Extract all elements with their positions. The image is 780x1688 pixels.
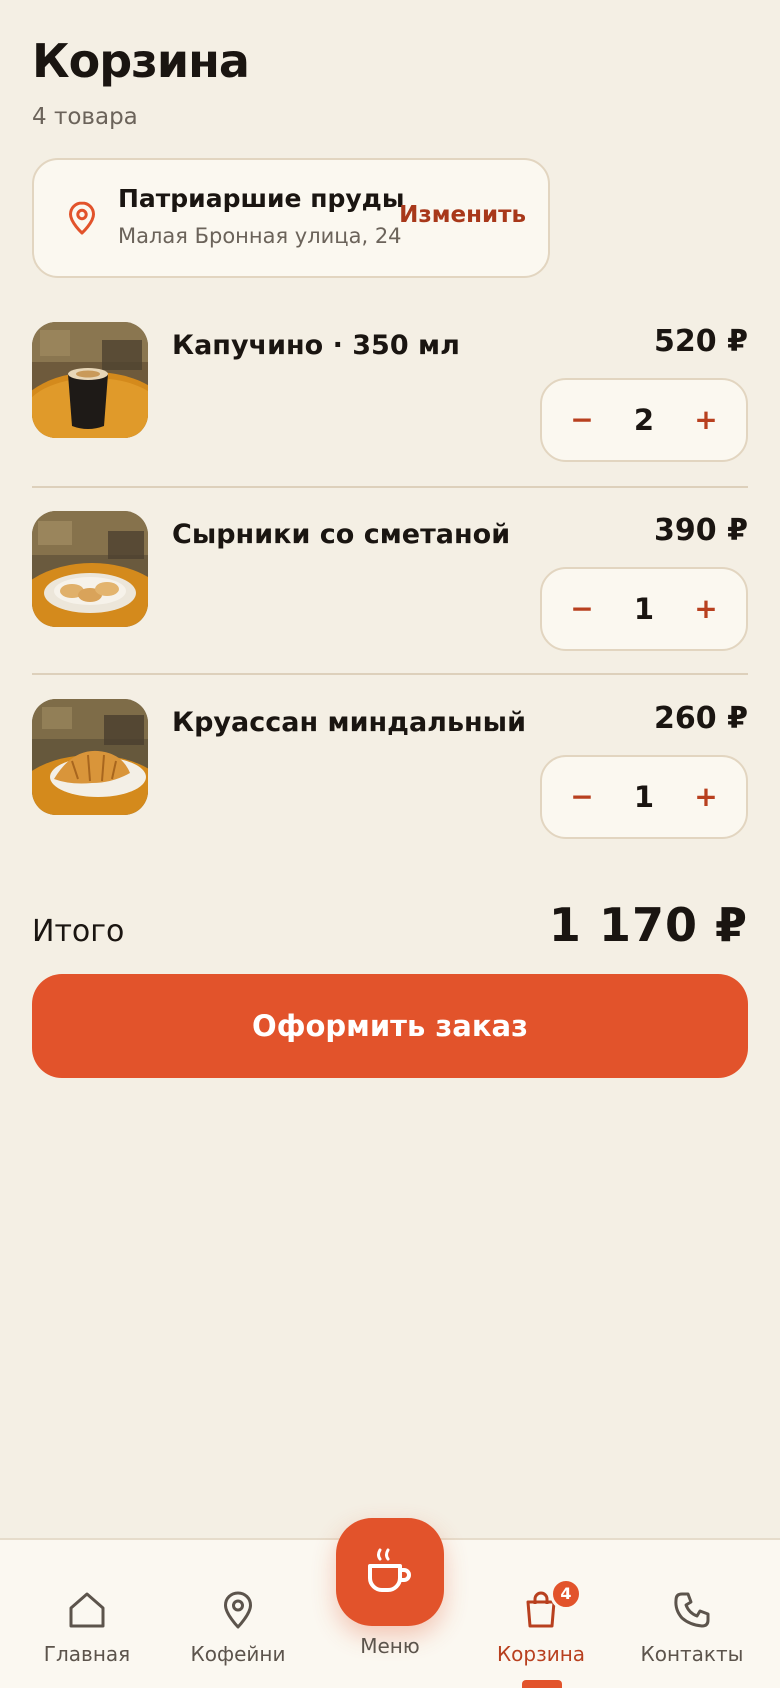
item-price: 520 ₽ [654,324,748,359]
home-icon [69,1592,105,1628]
total-label: Итого [32,914,125,949]
tab-label: Главная [43,1642,131,1666]
cafe-name: Патриаршие пруды [118,184,405,213]
item-name: Капучино · 350 мл [172,330,460,361]
active-tab-indicator [522,1680,562,1688]
decrease-button[interactable]: − [562,398,602,442]
menu-button[interactable] [336,1518,444,1626]
tab-label: Кофейни [190,1642,286,1666]
quantity-stepper: − 2 + [540,378,748,462]
increase-button[interactable]: + [686,775,726,819]
cart-item: Сырники со сметаной 390 ₽ − 1 + [32,511,748,651]
quantity-stepper: − 1 + [540,567,748,651]
syrniki-photo[interactable] [32,511,148,627]
tab-label: Контакты [640,1642,744,1666]
decrease-button[interactable]: − [562,775,602,819]
tab-label-menu[interactable]: Меню [315,1634,465,1658]
quantity-value: 1 [633,780,655,814]
tab-home[interactable]: Главная [12,1588,162,1678]
increase-button[interactable]: + [686,398,726,442]
location-pin-icon [224,1591,252,1629]
item-price: 390 ₽ [654,513,748,548]
cart-badge: 4 [550,1578,582,1610]
items-count: 4 товара [32,104,138,130]
cart-screen: Корзина 4 товара Патриаршие пруды Малая … [0,0,780,1688]
divider [32,486,748,488]
croissant-photo[interactable] [32,699,148,815]
decrease-button[interactable]: − [562,587,602,631]
coffee-cup-icon [368,1548,411,1592]
page-title: Корзина [32,34,250,88]
tab-cart[interactable]: 4 Корзина [466,1578,616,1678]
increase-button[interactable]: + [686,587,726,631]
quantity-stepper: − 1 + [540,755,748,839]
quantity-value: 2 [633,403,655,437]
item-name: Сырники со сметаной [172,519,511,550]
tab-contacts[interactable]: Контакты [617,1588,767,1678]
pickup-address-card[interactable]: Патриаршие пруды Малая Бронная улица, 24… [32,158,550,278]
quantity-value: 1 [633,592,655,626]
location-pin-icon [69,201,95,235]
total-value: 1 170 ₽ [548,898,748,952]
item-price: 260 ₽ [654,701,748,736]
divider [32,673,748,675]
cafe-street: Малая Бронная улица, 24 [118,224,402,248]
cart-item: Капучино · 350 мл 520 ₽ − 2 + [32,322,748,462]
phone-icon [674,1592,710,1628]
change-address-button[interactable]: Изменить [399,202,526,228]
checkout-button[interactable]: Оформить заказ [32,974,748,1078]
item-name: Круассан миндальный [172,707,527,738]
cappuccino-photo[interactable] [32,322,148,438]
tab-label: Корзина [496,1642,586,1666]
cart-item: Круассан миндальный 260 ₽ − 1 + [32,699,748,839]
tab-cafes[interactable]: Кофейни [163,1588,313,1678]
